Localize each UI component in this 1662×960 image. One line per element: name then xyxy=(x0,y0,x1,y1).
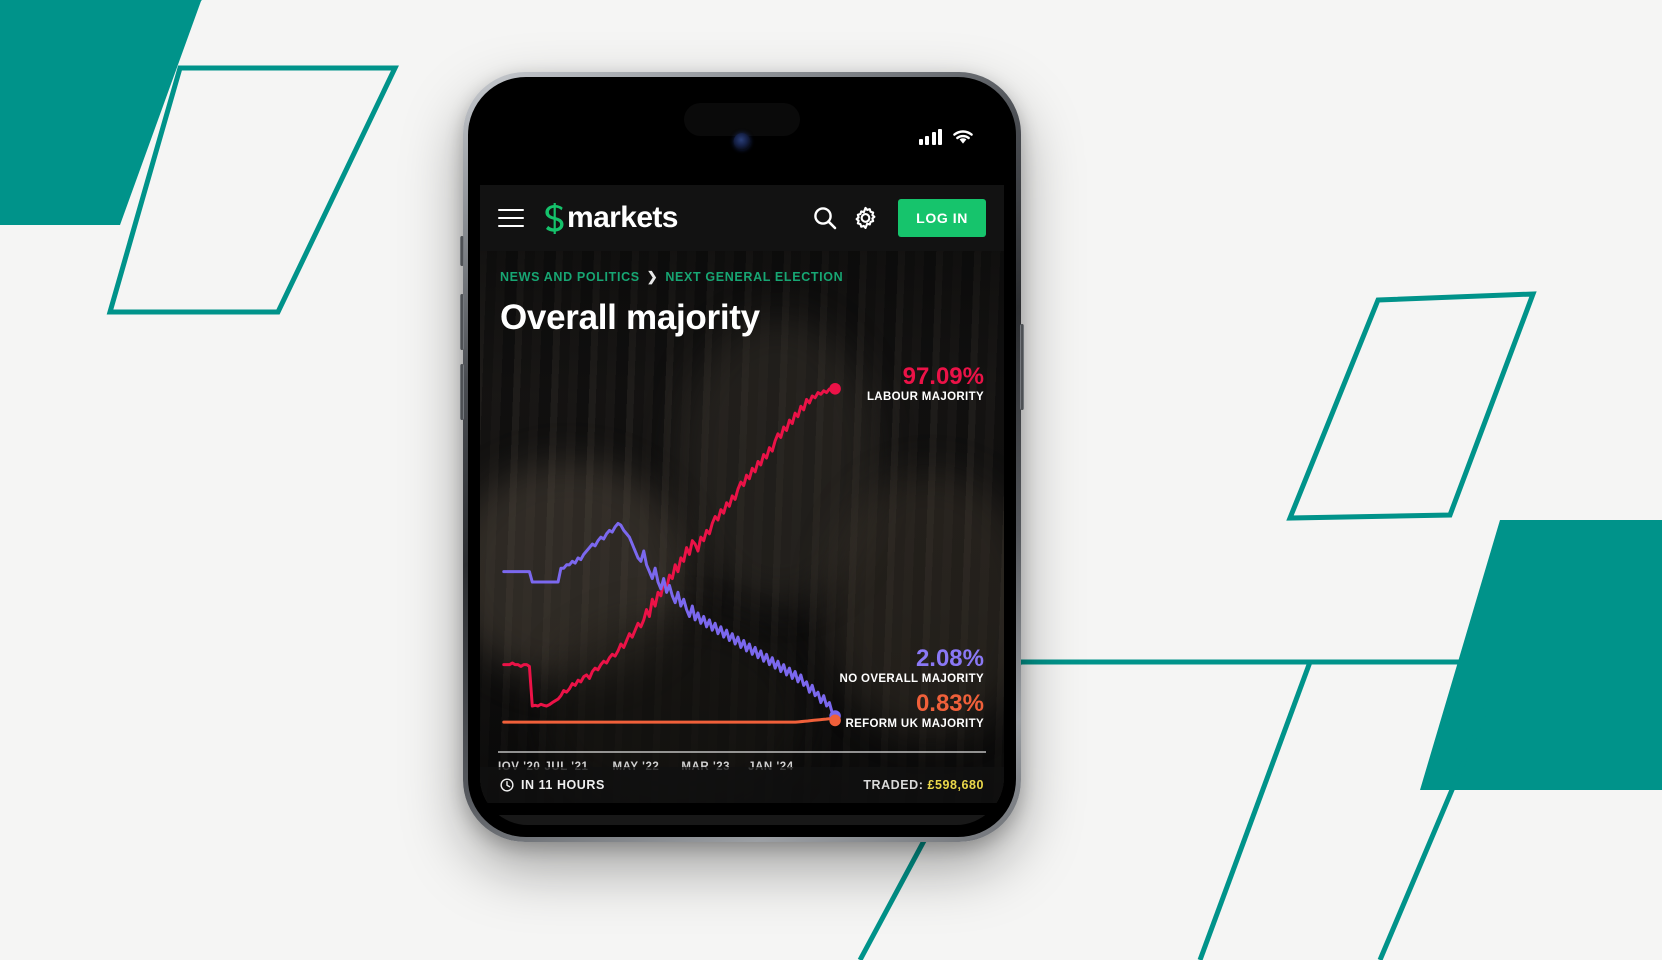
traded-value: £598,680 xyxy=(927,778,984,792)
series-name-no-overall-majority: NO OVERALL MAJORITY xyxy=(839,672,984,685)
chart-endpoint-labour xyxy=(829,382,841,395)
market-time-remaining: IN 11 HOURS xyxy=(500,778,605,792)
phone-bezel: markets LOG IN NEWS AND POLITICS ❯ NEXT … xyxy=(468,77,1016,837)
dynamic-island xyxy=(684,103,800,136)
chart-endpoint-reform-uk xyxy=(829,714,841,727)
volume-down-button[interactable] xyxy=(460,364,464,420)
market-traded-volume: TRADED: £598,680 xyxy=(863,778,984,792)
time-remaining-label: IN 11 HOURS xyxy=(521,778,605,792)
series-value-labour: 97.09% xyxy=(902,363,984,390)
wifi-icon xyxy=(953,130,973,144)
card-footer: IN 11 HOURS TRADED: £598,680 xyxy=(480,767,1004,803)
series-label-no-overall-majority: 2.08% NO OVERALL MAJORITY xyxy=(839,645,984,685)
chart-x-axis xyxy=(498,751,986,753)
phone-frame: markets LOG IN NEWS AND POLITICS ❯ NEXT … xyxy=(460,72,1024,842)
power-button[interactable] xyxy=(1020,324,1024,410)
series-value-reform-uk: 0.83% xyxy=(915,690,984,717)
chart-line-labour xyxy=(502,387,837,708)
phone-screen: markets LOG IN NEWS AND POLITICS ❯ NEXT … xyxy=(480,89,1004,825)
logo-text: markets xyxy=(567,201,678,234)
series-value-no-overall-majority: 2.08% xyxy=(915,645,984,672)
series-name-reform-uk: REFORM UK MAJORITY xyxy=(845,717,984,730)
market-card-overall-majority[interactable]: NEWS AND POLITICS ❯ NEXT GENERAL ELECTIO… xyxy=(480,251,1004,803)
breadcrumb-current[interactable]: NEXT GENERAL ELECTION xyxy=(665,270,843,284)
cellular-bars-icon xyxy=(918,129,942,145)
volume-up-button[interactable] xyxy=(460,294,464,350)
app-header: markets LOG IN xyxy=(480,185,1004,251)
login-button[interactable]: LOG IN xyxy=(898,199,986,237)
status-bar xyxy=(918,129,975,145)
search-icon[interactable] xyxy=(808,201,842,235)
series-label-reform-uk: 0.83% REFORM UK MAJORITY xyxy=(845,690,984,730)
chart-line-reform-uk xyxy=(502,716,837,724)
page-title: Overall majority xyxy=(500,298,760,337)
card-content: NEWS AND POLITICS ❯ NEXT GENERAL ELECTIO… xyxy=(480,251,1004,803)
price-history-chart[interactable]: 97.09% LABOUR MAJORITY 2.08% NO OVERALL … xyxy=(498,364,996,731)
series-label-labour: 97.09% LABOUR MAJORITY xyxy=(866,363,984,403)
series-name-labour: LABOUR MAJORITY xyxy=(866,390,984,403)
market-card-presidential-election[interactable]: NEWS AND POLITICS ❯ 2024 PRESIDENTIAL EL… xyxy=(480,815,1004,825)
silent-switch-button[interactable] xyxy=(460,236,464,266)
phone-mockup: markets LOG IN NEWS AND POLITICS ❯ NEXT … xyxy=(460,72,1024,842)
chevron-right-icon: ❯ xyxy=(646,269,659,284)
breadcrumb[interactable]: NEWS AND POLITICS ❯ NEXT GENERAL ELECTIO… xyxy=(500,269,984,285)
smarkets-s-mark-icon xyxy=(545,202,564,234)
gear-icon[interactable] xyxy=(848,201,882,235)
hamburger-menu-icon[interactable] xyxy=(498,209,524,227)
chart-line-no-overall-majority xyxy=(502,521,837,718)
smarkets-logo[interactable]: markets xyxy=(544,201,678,235)
breadcrumb-parent[interactable]: NEWS AND POLITICS xyxy=(500,270,640,284)
traded-label: TRADED: xyxy=(863,778,924,792)
front-camera-icon xyxy=(733,133,751,150)
clock-icon xyxy=(500,778,514,792)
